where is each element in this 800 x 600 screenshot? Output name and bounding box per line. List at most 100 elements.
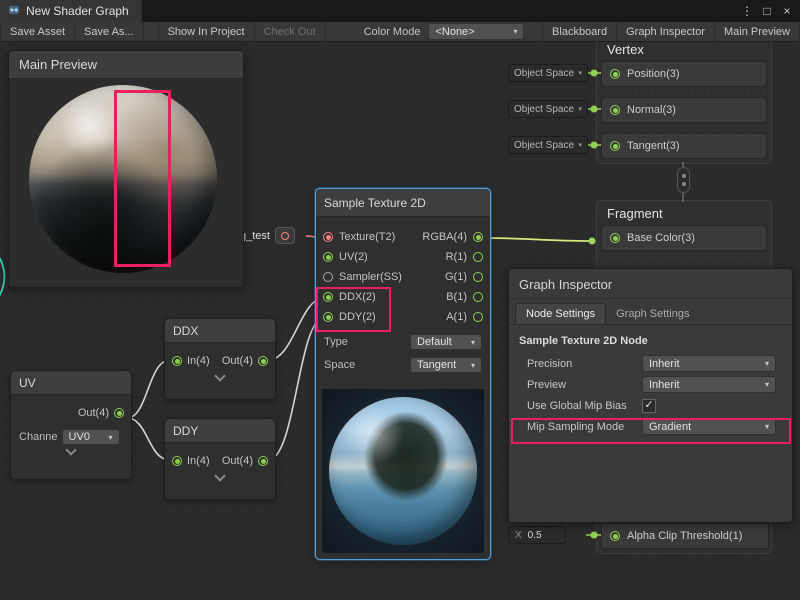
rgba-output-label: RGBA(4)	[422, 231, 467, 243]
uv-out-port[interactable]	[114, 408, 124, 418]
ddx-collapse-control[interactable]	[165, 371, 275, 386]
position-port[interactable]	[610, 69, 620, 79]
inspector-tabs: Node Settings Graph Settings	[509, 299, 792, 325]
precision-row: Precision Inherit ▾	[515, 353, 782, 374]
document-tab[interactable]: New Shader Graph	[0, 0, 142, 22]
uv-node[interactable]: UV Out(4) Channe UV0 ▾	[10, 370, 132, 480]
texture-input-port[interactable]	[323, 232, 333, 242]
threshold-axis-label: X	[515, 530, 522, 541]
ddx-input-port[interactable]	[323, 292, 333, 302]
sampler-input-port[interactable]	[323, 272, 333, 282]
use-global-mip-bias-checkbox[interactable]: ✓	[642, 399, 656, 413]
property-node-gtest[interactable]: g_test	[240, 227, 295, 244]
chevron-down-icon: ▾	[513, 27, 517, 36]
chevron-down-icon: ▾	[765, 380, 769, 389]
space-dropdown[interactable]: Tangent ▾	[410, 357, 482, 373]
block-normal[interactable]: Normal(3)	[601, 97, 767, 123]
save-asset-button[interactable]: Save Asset	[0, 22, 75, 41]
rgba-output-port[interactable]	[473, 232, 483, 242]
ddy-collapse-control[interactable]	[165, 471, 275, 486]
property-port-box	[275, 227, 295, 244]
position-space-dropdown[interactable]: Object Space ▾	[508, 64, 588, 82]
ddx-node[interactable]: DDX In(4) Out(4)	[164, 318, 276, 400]
uv-input-port[interactable]	[323, 252, 333, 262]
color-mode-dropdown[interactable]: <None> ▾	[428, 23, 524, 40]
ddy-input-port[interactable]	[323, 312, 333, 322]
collapse-chevron-icon	[65, 444, 76, 455]
gtest-output-port[interactable]	[281, 232, 289, 240]
chevron-down-icon: ▾	[765, 422, 769, 431]
main-preview-toggle-button[interactable]: Main Preview	[715, 22, 800, 41]
vertex-context[interactable]: Vertex Position(3) Normal(3) Tangent(3)	[596, 36, 772, 164]
g-output-label: G(1)	[445, 271, 467, 283]
precision-dropdown[interactable]: Inherit ▾	[642, 355, 776, 372]
ddy-node-header[interactable]: DDY	[165, 419, 275, 443]
sample-node-preview	[322, 389, 484, 553]
uv-node-header[interactable]: UV	[11, 371, 131, 395]
ddy-in-label: In(4)	[187, 455, 210, 467]
mip-sampling-mode-label: Mip Sampling Mode	[527, 421, 642, 433]
b-output-port[interactable]	[473, 292, 483, 302]
threshold-value: 0.5	[528, 530, 542, 541]
uv-collapse-control[interactable]	[11, 445, 131, 460]
tab-graph-settings[interactable]: Graph Settings	[606, 304, 699, 324]
ddy-node-title: DDY	[173, 424, 198, 438]
chevron-down-icon: ▾	[765, 359, 769, 368]
sample-node-header[interactable]: Sample Texture 2D	[316, 189, 490, 217]
preview-dropdown[interactable]: Inherit ▾	[642, 376, 776, 393]
tangent-port[interactable]	[610, 141, 620, 151]
type-dropdown[interactable]: Default ▾	[410, 334, 482, 350]
uv-channel-label: Channe	[19, 431, 58, 443]
blackboard-toggle-button[interactable]: Blackboard	[542, 22, 617, 41]
check-out-button: Check Out	[255, 22, 326, 41]
ddx-in-port[interactable]	[172, 356, 182, 366]
maximize-icon[interactable]: □	[758, 4, 776, 18]
save-as-button[interactable]: Save As...	[75, 22, 144, 41]
color-mode-value: <None>	[435, 26, 474, 38]
r-output-port[interactable]	[473, 252, 483, 262]
sample-texture-2d-node[interactable]: Sample Texture 2D Texture(T2) RGBA(4) UV…	[315, 188, 491, 560]
show-in-project-button[interactable]: Show In Project	[158, 22, 255, 41]
block-tangent[interactable]: Tangent(3)	[601, 133, 767, 159]
edge-rgba-to-basecolor[interactable]	[484, 238, 590, 241]
base-color-port[interactable]	[610, 233, 620, 243]
tab-node-settings[interactable]: Node Settings	[515, 303, 606, 324]
ddy-node[interactable]: DDY In(4) Out(4)	[164, 418, 276, 500]
color-mode-label: Color Mode	[356, 22, 429, 41]
mip-sampling-mode-dropdown[interactable]: Gradient ▾	[642, 418, 776, 435]
edge-offscreen[interactable]	[0, 250, 4, 298]
ddy-out-port[interactable]	[258, 456, 268, 466]
ddy-in-port[interactable]	[172, 456, 182, 466]
graph-inspector-toggle-button[interactable]: Graph Inspector	[617, 22, 715, 41]
block-alpha-clip[interactable]: Alpha Clip Threshold(1)	[601, 523, 769, 549]
collapse-chevron-icon	[214, 370, 225, 381]
uv-channel-dropdown[interactable]: UV0 ▾	[62, 429, 120, 445]
uv-node-title: UV	[19, 376, 36, 390]
port-dot-basecolor[interactable]	[589, 238, 596, 245]
normal-space-dropdown[interactable]: Object Space ▾	[508, 100, 588, 118]
alpha-clip-port[interactable]	[610, 531, 620, 541]
sampler-input-label: Sampler(SS)	[339, 271, 402, 283]
kebab-menu-icon[interactable]: ⋮	[738, 4, 756, 18]
texture-input-label: Texture(T2)	[339, 231, 395, 243]
ddx-node-header[interactable]: DDX	[165, 319, 275, 343]
a-output-port[interactable]	[473, 312, 483, 322]
main-preview-header[interactable]: Main Preview	[9, 51, 243, 79]
main-preview-panel: Main Preview	[8, 50, 244, 288]
alpha-threshold-field[interactable]: X 0.5	[508, 526, 566, 544]
inspector-node-title: Sample Texture 2D Node	[519, 335, 782, 347]
block-base-color[interactable]: Base Color(3)	[601, 225, 767, 251]
chevron-down-icon: ▾	[471, 361, 475, 370]
tangent-space-value: Object Space	[514, 140, 574, 151]
tangent-space-dropdown[interactable]: Object Space ▾	[508, 136, 588, 154]
normal-port[interactable]	[610, 105, 620, 115]
block-position[interactable]: Position(3)	[601, 61, 767, 87]
inspector-body: Sample Texture 2D Node Precision Inherit…	[509, 325, 792, 437]
g-output-port[interactable]	[473, 272, 483, 282]
ddx-out-port[interactable]	[258, 356, 268, 366]
stack-connector	[677, 167, 690, 193]
toolbar-gap	[326, 22, 356, 41]
chevron-down-icon: ▾	[109, 433, 113, 442]
close-icon[interactable]: ×	[778, 4, 796, 18]
toolbar-right-group: Blackboard Graph Inspector Main Preview	[542, 22, 800, 41]
